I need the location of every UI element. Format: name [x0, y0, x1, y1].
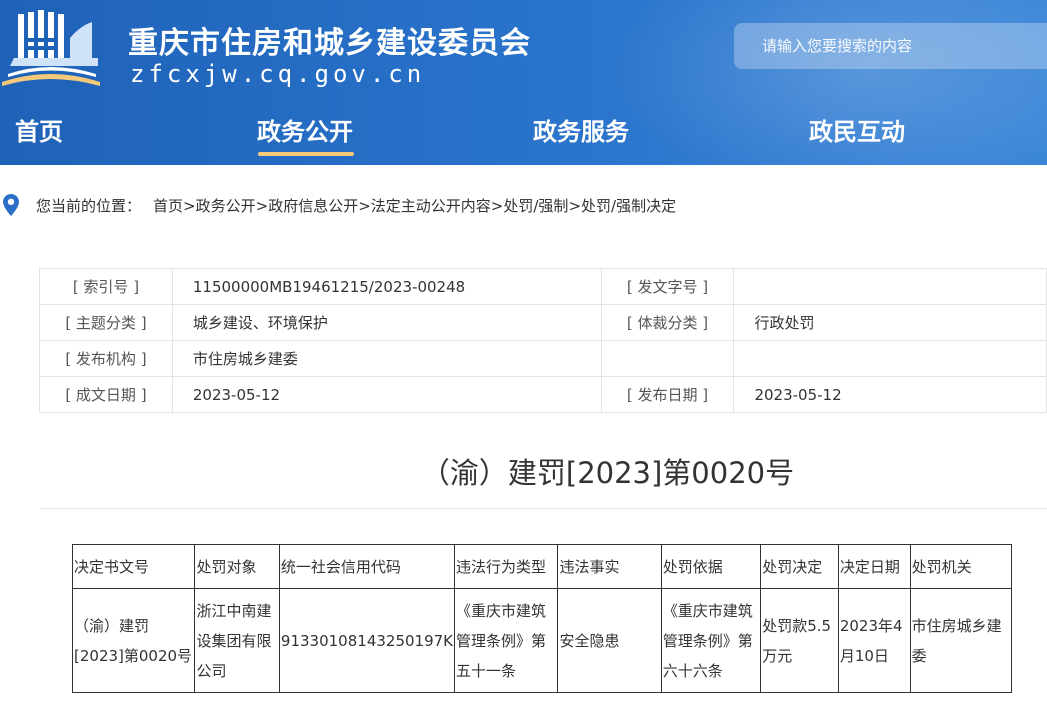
- header-cell: 处罚对象: [194, 544, 280, 589]
- header-cell: 违法行为类型: [453, 544, 559, 589]
- doc-number-value: [733, 268, 1047, 305]
- header-cell: 决定书文号: [71, 544, 196, 589]
- topic-key: [ 主题分类 ]: [39, 304, 173, 341]
- header-cell: 处罚决定: [760, 544, 839, 589]
- breadcrumb-item-government-affairs[interactable]: 政务公开: [196, 197, 256, 215]
- site-domain: zfcxjw.cq.gov.cn: [130, 60, 426, 88]
- published-date-value: 2023-05-12: [733, 376, 1047, 413]
- document-info-table: [ 索引号 ] 11500000MB19461215/2023-00248 [ …: [39, 268, 1047, 413]
- info-row: [ 发布机构 ] 市住房城乡建委: [39, 340, 1047, 377]
- header-cell: 决定日期: [837, 544, 911, 589]
- index-key: [ 索引号 ]: [39, 268, 173, 305]
- penalty-decision-table: 决定书文号 处罚对象 统一社会信用代码 违法行为类型 违法事实 处罚依据 处罚决…: [71, 544, 1013, 693]
- genre-key: [ 体裁分类 ]: [600, 304, 735, 341]
- info-row: [ 主题分类 ] 城乡建设、环境保护 [ 体裁分类 ] 行政处罚: [39, 304, 1047, 341]
- breadcrumb-separator: >: [255, 197, 269, 215]
- table-cell: 91330108143250197K: [278, 588, 456, 693]
- info-row: [ 成文日期 ] 2023-05-12 [ 发布日期 ] 2023-05-12: [39, 376, 1047, 413]
- topic-value: 城乡建设、环境保护: [171, 304, 602, 341]
- site-title[interactable]: 重庆市住房和城乡建设委员会: [128, 18, 531, 62]
- table-cell: 浙江中南建设集团有限公司: [194, 588, 280, 693]
- breadcrumb-item-home[interactable]: 首页: [153, 197, 183, 215]
- table-cell: 《重庆市建筑管理条例》第五十一条: [453, 588, 559, 693]
- nav-item-government-affairs[interactable]: 政务公开: [257, 112, 353, 147]
- breadcrumb-separator: >: [490, 197, 504, 215]
- created-date-value: 2023-05-12: [171, 376, 602, 413]
- table-cell: 安全隐患: [557, 588, 662, 693]
- breadcrumb-item-info-disclosure[interactable]: 政府信息公开: [268, 197, 358, 215]
- nav-item-home[interactable]: 首页: [15, 112, 63, 147]
- genre-value: 行政处罚: [733, 304, 1047, 341]
- search-box[interactable]: [734, 23, 1047, 69]
- empty-cell: [733, 340, 1047, 377]
- info-row: [ 索引号 ] 11500000MB19461215/2023-00248 [ …: [39, 268, 1047, 305]
- breadcrumb-item-penalty-decision[interactable]: 处罚/强制决定: [581, 197, 676, 215]
- breadcrumb: 您当前的位置： 首页>政务公开>政府信息公开>法定主动公开内容>处罚/强制>处罚…: [0, 192, 1047, 218]
- header-cell: 处罚依据: [660, 544, 762, 589]
- header-cell: 统一社会信用代码: [278, 544, 456, 589]
- breadcrumb-separator: >: [568, 197, 582, 215]
- table-cell: 《重庆市建筑管理条例》第六十六条: [660, 588, 762, 693]
- location-pin-icon: [3, 194, 19, 216]
- publisher-key: [ 发布机构 ]: [39, 340, 173, 377]
- table-cell: （渝）建罚[2023]第0020号: [71, 588, 196, 693]
- empty-cell: [600, 340, 735, 377]
- table-row: （渝）建罚[2023]第0020号 浙江中南建设集团有限公司 913301081…: [71, 588, 1013, 693]
- created-date-key: [ 成文日期 ]: [39, 376, 173, 413]
- breadcrumb-item-penalty-enforcement[interactable]: 处罚/强制: [503, 197, 568, 215]
- table-cell: 市住房城乡建委: [909, 588, 1013, 693]
- title-divider: [40, 508, 1047, 509]
- breadcrumb-item-statutory-content[interactable]: 法定主动公开内容: [371, 197, 491, 215]
- index-value: 11500000MB19461215/2023-00248: [171, 268, 602, 305]
- breadcrumb-trail: 首页>政务公开>政府信息公开>法定主动公开内容>处罚/强制>处罚/强制决定: [153, 195, 676, 216]
- search-input[interactable]: [734, 23, 1047, 69]
- header-cell: 处罚机关: [909, 544, 1013, 589]
- nav-item-interaction[interactable]: 政民互动: [809, 112, 905, 147]
- government-building-logo-icon[interactable]: [0, 8, 104, 88]
- site-header: 重庆市住房和城乡建设委员会 zfcxjw.cq.gov.cn 首页 政务公开 政…: [0, 0, 1047, 165]
- breadcrumb-label: 您当前的位置：: [36, 197, 142, 215]
- table-cell: 2023年4月10日: [837, 588, 911, 693]
- breadcrumb-separator: >: [183, 197, 196, 215]
- nav-active-indicator: [258, 152, 354, 156]
- doc-number-key: [ 发文字号 ]: [600, 268, 735, 305]
- publisher-value: 市住房城乡建委: [171, 340, 602, 377]
- nav-item-services[interactable]: 政务服务: [533, 112, 629, 147]
- table-cell: 处罚款5.5万元: [760, 588, 839, 693]
- table-header-row: 决定书文号 处罚对象 统一社会信用代码 违法行为类型 违法事实 处罚依据 处罚决…: [71, 544, 1013, 589]
- published-date-key: [ 发布日期 ]: [600, 376, 735, 413]
- document-title: （渝）建罚[2023]第0020号: [420, 456, 795, 490]
- header-cell: 违法事实: [557, 544, 662, 589]
- breadcrumb-separator: >: [358, 197, 371, 215]
